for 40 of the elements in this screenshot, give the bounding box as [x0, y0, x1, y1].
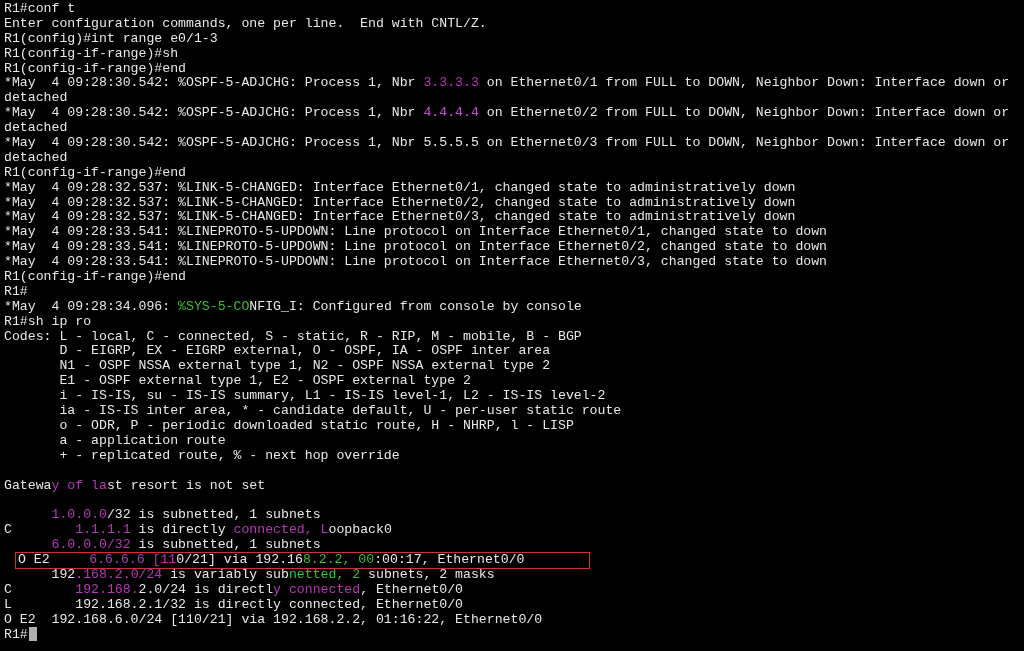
terminal-line: *May 4 09:28:30.542: %OSPF-5-ADJCHG: Process 1, Nbr 3.3.3.3 on Ethernet0/1 from FULL to DOWN, Neighbor Down: Interface down or [3, 75, 1011, 92]
terminal-line: *May 4 09:28:32.537: %LINK-5-CHANGED: Interface Ethernet0/3, changed state to administratively down [3, 209, 797, 226]
terminal-line: R1(config-if-range)#sh [3, 45, 180, 63]
terminal-line: C 192.168.2.0/24 is directly connected, Ethernet0/0 [3, 581, 465, 599]
terminal-line: detached [3, 149, 69, 167]
terminal-line: *May 4 09:28:33.541: %LINEPROTO-5-UPDOWN: Line protocol on Interface Ethernet0/1, changed state to down [3, 224, 829, 241]
terminal-line: *May 4 09:28:34.096: %SYS-5-CONFIG_I: Configured from console by console [3, 298, 583, 316]
terminal-line: a - application route [58, 432, 227, 450]
terminal-line: ia - IS-IS inter area, * - candidate default, U - per-user static route [58, 403, 623, 420]
terminal-line: *May 4 09:28:30.542: %OSPF-5-ADJCHG: Process 1, Nbr 5.5.5.5 on Ethernet0/3 from FULL to DOWN, Neighbor Down: Interface down or [3, 135, 1011, 152]
terminal-line: *May 4 09:28:33.541: %LINEPROTO-5-UPDOWN: Line protocol on Interface Ethernet0/3, changed state to down [3, 254, 829, 271]
terminal-line: *May 4 09:28:32.537: %LINK-5-CHANGED: Interface Ethernet0/2, changed state to administratively down [3, 194, 797, 211]
terminal-line: *May 4 09:28:30.542: %OSPF-5-ADJCHG: Process 1, Nbr 4.4.4.4 on Ethernet0/2 from FULL to DOWN, Neighbor Down: Interface down or [3, 105, 1011, 122]
terminal-line: R1#sh ip ro [3, 313, 93, 331]
terminal-line: detached [3, 90, 69, 107]
terminal-line: R1# [3, 283, 29, 301]
terminal-line: R1(config)#int range e0/1-3 [3, 30, 219, 48]
terminal-line: C 1.1.1.1 is directly connected, Loopback0 [3, 522, 393, 539]
terminal-line: R1# [3, 627, 29, 645]
terminal-line: i - IS-IS, su - IS-IS summary, L1 - IS-IS level-1, L2 - IS-IS level-2 [58, 388, 607, 405]
terminal-line: detached [3, 120, 69, 137]
terminal-line: Codes: L - local, C - connected, S - static, R - RIP, M - mobile, B - BGP [3, 328, 583, 345]
terminal-line: D - EIGRP, EX - EIGRP external, O - OSPF, IA - OSPF inter area [58, 343, 552, 360]
terminal-line: R1(config-if-range)#end [3, 269, 188, 286]
terminal-line: N1 - OSPF NSSA external type 1, N2 - OSPF NSSA external type 2 [58, 358, 552, 375]
terminal-line: o - ODR, P - periodic downloaded static route, H - NHRP, l - LISP [58, 417, 575, 435]
terminal-line: L 192.168.2.1/32 is directly connected, Ethernet0/0 [3, 596, 464, 614]
terminal-line: Enter configuration commands, one per line. End with CNTL/Z. [3, 15, 488, 33]
terminal-line: R1#conf t [3, 1, 77, 18]
terminal-line: *May 4 09:28:33.541: %LINEPROTO-5-UPDOWN: Line protocol on Interface Ethernet0/2, changed state to down [3, 239, 829, 256]
terminal-line: E1 - OSPF external type 1, E2 - OSPF external type 2 [58, 373, 472, 390]
terminal-line: 6.0.0.0/32 is subnetted, 1 subnets [50, 537, 322, 554]
terminal-line: 1.0.0.0/32 is subnetted, 1 subnets [50, 507, 322, 524]
terminal-line: *May 4 09:28:32.537: %LINK-5-CHANGED: Interface Ethernet0/1, changed state to administratively down [3, 179, 797, 197]
terminal-line: + - replicated route, % - next hop override [58, 447, 401, 465]
terminal-line: O E2 192.168.6.0/24 [110/21] via 192.168.2.2, 01:16:22, Ethernet0/0 [3, 611, 544, 629]
terminal-line: R1(config-if-range)#end [3, 164, 188, 182]
terminal-line: Gateway of last resort is not set [3, 477, 267, 495]
terminal-line: 192.168.2.0/24 is variably subnetted, 2 subnets, 2 masks [50, 566, 496, 584]
terminal-line: R1(config-if-range)#end [3, 60, 188, 77]
